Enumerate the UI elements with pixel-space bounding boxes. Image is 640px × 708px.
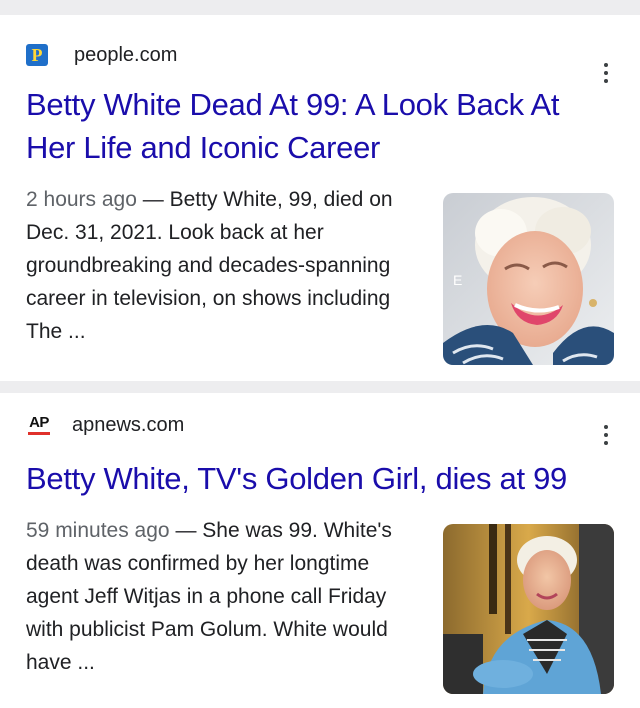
favicon-letter: AP <box>29 414 49 431</box>
result-source-name[interactable]: apnews.com <box>72 414 184 437</box>
thumbnail-portrait-image <box>443 524 614 694</box>
result-source-name[interactable]: people.com <box>74 44 177 67</box>
result-age: 59 minutes ago <box>26 519 170 542</box>
more-options-icon[interactable] <box>602 63 610 83</box>
search-result-card: AP apnews.com Betty White, TV's Golden G… <box>0 393 640 708</box>
result-snippet: 59 minutes ago — She was 99. White's dea… <box>26 514 416 694</box>
snippet-text: She was 99. White's death was confirmed … <box>26 519 392 674</box>
result-thumbnail[interactable]: E <box>443 193 614 365</box>
result-snippet: 2 hours ago — Betty White, 99, died on D… <box>26 183 416 365</box>
thumbnail-portrait-image: E <box>443 193 614 365</box>
ap-favicon-icon: AP <box>26 414 52 436</box>
result-source-row[interactable]: P people.com <box>26 15 612 69</box>
result-title-link[interactable]: Betty White Dead At 99: A Look Back At H… <box>26 83 612 169</box>
more-options-icon[interactable] <box>602 425 610 445</box>
snippet-dash: — <box>136 188 170 211</box>
top-separator <box>0 0 640 15</box>
search-result-card: P people.com Betty White Dead At 99: A L… <box>0 15 640 381</box>
result-source-row[interactable]: AP apnews.com <box>26 393 612 439</box>
favicon-letter: P <box>31 44 43 65</box>
result-title-link[interactable]: Betty White, TV's Golden Girl, dies at 9… <box>26 457 612 500</box>
result-thumbnail[interactable] <box>443 524 614 694</box>
snippet-text: Betty White, 99, died on Dec. 31, 2021. … <box>26 188 393 343</box>
result-age: 2 hours ago <box>26 188 137 211</box>
snippet-dash: — <box>169 519 203 542</box>
thumbnail-watermark-letter: E <box>453 272 462 288</box>
people-favicon-icon: P <box>26 44 48 66</box>
